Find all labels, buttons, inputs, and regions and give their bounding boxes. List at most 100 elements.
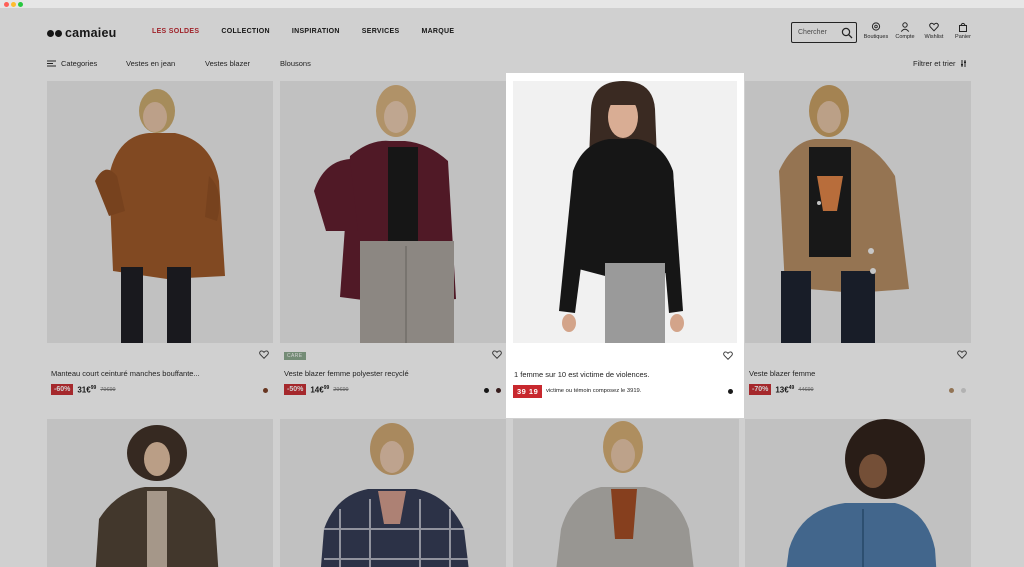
awareness-card[interactable]: 1 femme sur 10 est victime de violences.… (506, 73, 744, 418)
user-icon (900, 22, 910, 32)
product-photo-coat-brown (47, 81, 273, 343)
helpline-subtext: victime ou témoin composez le 3919. (546, 388, 642, 394)
current-price: 31€99 (77, 385, 96, 395)
product-image[interactable] (745, 419, 971, 567)
location-icon (871, 22, 881, 31)
discount-badge: -70% (749, 384, 772, 395)
wishlist-heart-icon[interactable] (259, 350, 269, 359)
account-label: Compte (895, 34, 915, 40)
close-window-button[interactable] (4, 2, 9, 7)
awareness-image[interactable] (513, 81, 737, 343)
product-image[interactable] (280, 419, 506, 567)
product-info: Manteau court ceinturé manches bouffante… (47, 343, 273, 418)
price-cents: 49 (788, 384, 795, 391)
stores-button[interactable]: Boutiques (862, 22, 890, 40)
nav-item-inspiration[interactable]: INSPIRATION (292, 28, 340, 35)
cart-label: Panier (955, 34, 971, 40)
price-cents: 99 (90, 384, 97, 391)
nav-item-services[interactable]: SERVICES (362, 28, 400, 35)
price-cents: 99 (323, 384, 330, 391)
color-swatch[interactable] (949, 388, 954, 393)
wishlist-heart-icon[interactable] (723, 351, 733, 360)
color-swatches (256, 388, 268, 393)
color-swatch[interactable] (728, 389, 733, 394)
wishlist-heart-icon[interactable] (492, 350, 502, 359)
account-button[interactable]: Compte (891, 22, 919, 40)
heart-icon (929, 22, 939, 32)
product-photo-blazer-camel (745, 81, 971, 343)
product-photo-cardigan-brown (47, 419, 273, 567)
color-swatch[interactable] (484, 388, 489, 393)
product-name[interactable]: Veste blazer femme (749, 369, 815, 378)
price-row: -70% 13€49 44€99 (749, 384, 814, 395)
product-card[interactable]: Veste blazer femme -70% 13€49 44€99 (745, 81, 971, 418)
chip-vestes-en-jean[interactable]: Vestes en jean (126, 59, 175, 68)
filter-sort-label: Filtrer et trier (913, 59, 956, 68)
nav-item-marque[interactable]: MARQUE (421, 28, 454, 35)
product-image[interactable] (745, 81, 971, 343)
current-price: 14€99 (310, 385, 329, 395)
helpline-number-badge[interactable]: 39 19 (513, 385, 543, 398)
product-name[interactable]: Manteau court ceinturé manches bouffante… (51, 369, 200, 378)
chip-blousons[interactable]: Blousons (280, 59, 311, 68)
brand-name: camaieu (65, 26, 117, 40)
product-card[interactable] (280, 419, 506, 567)
product-card[interactable] (513, 419, 739, 567)
price-amount: 14€ (310, 385, 324, 395)
product-card[interactable]: CARE Veste blazer femme polyester recycl… (280, 81, 506, 418)
stores-label: Boutiques (863, 34, 889, 40)
discount-badge: -60% (51, 384, 74, 395)
chip-vestes-blazer[interactable]: Vestes blazer (205, 59, 250, 68)
categories-label: Categories (61, 59, 98, 68)
product-info: Veste blazer femme -70% 13€49 44€99 (745, 343, 971, 418)
categories-button[interactable]: Categories (47, 59, 97, 68)
logo-dot (55, 29, 62, 37)
nav-item-collection[interactable]: COLLECTION (221, 28, 270, 35)
old-price: 29€99 (333, 386, 349, 393)
product-card[interactable] (745, 419, 971, 567)
color-swatch[interactable] (263, 388, 268, 393)
old-price: 44€99 (798, 386, 814, 393)
color-swatches (942, 388, 966, 393)
wishlist-button[interactable]: Wishlist (920, 22, 948, 40)
care-tag: CARE (284, 352, 306, 360)
minimize-window-button[interactable] (11, 2, 16, 7)
wishlist-label: Wishlist (924, 34, 944, 40)
site-header: camaieu LES SOLDES COLLECTION INSPIRATIO… (0, 9, 1024, 55)
bag-icon (959, 22, 967, 32)
product-name[interactable]: Veste blazer femme polyester recyclé (284, 369, 409, 378)
price-amount: 31€ (77, 385, 91, 395)
product-card[interactable] (47, 419, 273, 567)
filter-bar: Categories Vestes en jean Vestes blazer … (0, 57, 1024, 73)
menu-lines-icon (47, 60, 56, 67)
nav-item-soldes[interactable]: LES SOLDES (152, 28, 199, 35)
color-swatch[interactable] (961, 388, 966, 393)
header-actions: Boutiques Compte Wishlist Panier (862, 22, 978, 40)
maximize-window-button[interactable] (18, 2, 23, 7)
discount-badge: -50% (284, 384, 307, 395)
search-icon[interactable] (841, 27, 853, 39)
product-info: CARE Veste blazer femme polyester recycl… (280, 343, 506, 418)
cart-button[interactable]: Panier (949, 22, 977, 40)
product-image[interactable] (280, 81, 506, 343)
main-navigation: LES SOLDES COLLECTION INSPIRATION SERVIC… (152, 28, 476, 35)
product-image[interactable] (47, 81, 273, 343)
search-placeholder: Chercher (798, 29, 827, 36)
window-titlebar (0, 0, 1024, 9)
brand-logo[interactable]: camaieu (47, 26, 116, 40)
color-swatches (477, 388, 501, 393)
old-price: 79€99 (100, 386, 116, 393)
price-amount: 13€ (775, 385, 789, 395)
product-image[interactable] (47, 419, 273, 567)
product-photo-blazer-grey-check (513, 419, 739, 567)
product-image[interactable] (513, 419, 739, 567)
search-input[interactable]: Chercher (791, 22, 857, 43)
price-row: -60% 31€99 79€99 (51, 384, 116, 395)
product-card[interactable]: Manteau court ceinturé manches bouffante… (47, 81, 273, 418)
wishlist-heart-icon[interactable] (957, 350, 967, 359)
color-swatch[interactable] (496, 388, 501, 393)
current-price: 13€49 (775, 385, 794, 395)
filter-sort-button[interactable]: Filtrer et trier (913, 59, 967, 68)
price-row: -50% 14€99 29€99 (284, 384, 349, 395)
product-photo-denim-jacket (745, 419, 971, 567)
